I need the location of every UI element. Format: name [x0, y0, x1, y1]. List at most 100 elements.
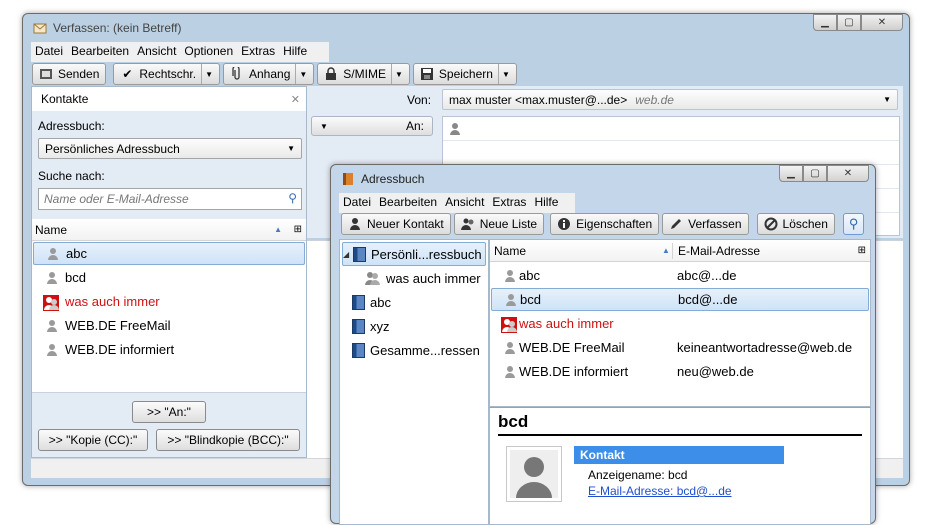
results-row[interactable]: WEB.DE informiert neu@web.de [491, 360, 869, 383]
addressbook-icon [352, 294, 365, 310]
menu-ansicht[interactable]: Ansicht [441, 193, 488, 213]
delete-label: Löschen [782, 217, 828, 231]
chevron-down-icon[interactable]: ▼ [497, 64, 510, 84]
contact-list-item[interactable]: was auch immer [33, 290, 305, 313]
search-button[interactable]: ⚲ [842, 213, 865, 235]
results-row-name: abc [519, 268, 540, 283]
from-domain: web.de [635, 92, 674, 107]
results-row-email: keineantwortadresse@web.de [677, 340, 853, 355]
recipient-row[interactable] [443, 117, 899, 141]
menu-bearbeiten[interactable]: Bearbeiten [67, 42, 133, 62]
detail-email-link[interactable]: E-Mail-Adresse: bcd@...de [588, 484, 732, 498]
add-bcc-button[interactable]: >> "Blindkopie (BCC):" [156, 429, 300, 451]
contact-list-item-label: WEB.DE FreeMail [65, 318, 171, 333]
compose-window-icon [33, 21, 47, 35]
tree-item[interactable]: Gesamme...ressen [340, 338, 488, 362]
contact-list-item[interactable]: abc [33, 242, 305, 265]
maximize-button[interactable]: ▢ [837, 14, 861, 31]
new-list-button[interactable]: Neue Liste [453, 213, 545, 235]
menu-hilfe[interactable]: Hilfe [279, 42, 311, 62]
tree-item[interactable]: xyz [340, 314, 488, 338]
new-contact-label: Neuer Kontakt [367, 217, 444, 231]
add-to-button[interactable]: >> "An:" [132, 401, 206, 423]
delete-icon [764, 217, 778, 231]
chevron-down-icon[interactable]: ▼ [390, 64, 403, 84]
to-type-select[interactable]: ▼ An: [311, 116, 433, 136]
maximize-button[interactable]: ▢ [803, 165, 827, 182]
recipient-row-empty[interactable] [443, 141, 899, 165]
addressbook-select[interactable]: Persönliches Adressbuch ▼ [38, 138, 302, 159]
contact-list-item[interactable]: WEB.DE FreeMail [33, 314, 305, 337]
close-button[interactable]: ✕ [827, 165, 869, 182]
results-row[interactable]: bcd bcd@...de [491, 288, 869, 311]
addressbook-select-value: Persönliches Adressbuch [45, 141, 180, 156]
minimize-button[interactable]: ▁ [779, 165, 803, 182]
addressbook-title: Adressbuch [361, 172, 425, 186]
addressbook-window-controls: ▁ ▢ ✕ [779, 165, 869, 182]
tree-item[interactable]: abc [340, 290, 488, 314]
close-icon[interactable]: ✕ [291, 93, 300, 106]
new-contact-button[interactable]: Neuer Kontakt [341, 213, 451, 235]
properties-label: Eigenschaften [576, 217, 653, 231]
chevron-down-icon[interactable]: ▼ [201, 64, 213, 84]
send-button[interactable]: Senden [32, 63, 107, 85]
column-picker-icon[interactable]: ⊞ [294, 224, 302, 235]
contacts-search-input[interactable]: Name oder E-Mail-Adresse ⚲ [38, 188, 302, 210]
minimize-button[interactable]: ▁ [813, 14, 837, 31]
menu-extras[interactable]: Extras [488, 193, 530, 213]
close-button[interactable]: ✕ [861, 14, 903, 31]
spellcheck-label: Rechtschr. [139, 67, 197, 81]
menu-hilfe[interactable]: Hilfe [530, 193, 562, 213]
column-picker-icon[interactable]: ⊞ [858, 245, 866, 256]
contact-list-item-label: abc [66, 246, 87, 261]
from-value: max muster <max.muster@...de> [449, 92, 628, 107]
chevron-down-icon: ▼ [883, 95, 891, 104]
results-row-name: WEB.DE informiert [519, 364, 629, 379]
results-row[interactable]: WEB.DE FreeMail keineantwortadresse@web.d… [491, 336, 869, 359]
avatar [506, 446, 562, 502]
smime-label: S/MIME [343, 67, 386, 81]
person-icon [503, 365, 517, 379]
properties-button[interactable]: Eigenschaften [550, 213, 660, 235]
person-icon [46, 247, 60, 261]
menu-optionen[interactable]: Optionen [180, 42, 237, 62]
menu-ansicht[interactable]: Ansicht [133, 42, 180, 62]
from-select[interactable]: max muster <max.muster@...de> web.de ▼ [442, 89, 898, 110]
detail-section-header: Kontakt [574, 446, 784, 464]
search-placeholder: Name oder E-Mail-Adresse [44, 192, 189, 206]
smime-button[interactable]: S/MIME ▼ [317, 63, 410, 85]
results-row-email: neu@web.de [677, 364, 754, 379]
contact-list-item[interactable]: bcd [33, 266, 305, 289]
menu-datei[interactable]: Datei [339, 193, 375, 213]
results-row[interactable]: abc abc@...de [491, 264, 869, 287]
column-name[interactable]: Name [494, 244, 526, 258]
column-email[interactable]: E-Mail-Adresse [678, 244, 760, 258]
search-icon[interactable]: ⚲ [288, 191, 297, 205]
delete-button[interactable]: Löschen [756, 213, 835, 235]
menu-bearbeiten[interactable]: Bearbeiten [375, 193, 441, 213]
column-divider[interactable] [672, 243, 673, 259]
tree-item[interactable]: was auch immer [340, 266, 488, 290]
add-cc-button[interactable]: >> "Kopie (CC):" [38, 429, 148, 451]
compose-titlebar: Verfassen: (kein Betreff) [23, 14, 909, 42]
menu-extras[interactable]: Extras [237, 42, 279, 62]
results-row[interactable]: was auch immer [491, 312, 869, 335]
contacts-title: Kontakte [41, 92, 89, 106]
contact-list-item[interactable]: WEB.DE informiert [33, 338, 305, 361]
chevron-down-icon[interactable]: ▼ [295, 64, 307, 84]
new-list-label: Neue Liste [479, 217, 538, 231]
tree-item[interactable]: ◢ Persönli...ressbuch [342, 242, 486, 266]
spellcheck-button[interactable]: ✔ Rechtschr. ▼ [113, 63, 220, 85]
send-icon [39, 67, 53, 81]
compose-toolbar: Senden ✔ Rechtschr. ▼ Anhang ▼ S/MIME ▼ … [32, 63, 517, 85]
contacts-column-header[interactable]: Name ▲ ⊞ [32, 219, 306, 241]
tree-twisty-icon[interactable]: ◢ [343, 250, 353, 259]
contacts-header: Kontakte ✕ [32, 87, 306, 111]
info-icon [557, 217, 571, 231]
addressbook-window: Adressbuch ▁ ▢ ✕ Datei Bearbeiten Ansich… [330, 164, 876, 525]
group-icon [364, 271, 380, 285]
compose-button[interactable]: Verfassen [662, 213, 749, 235]
menu-datei[interactable]: Datei [31, 42, 67, 62]
attach-button[interactable]: Anhang ▼ [223, 63, 315, 85]
save-button[interactable]: Speichern ▼ [412, 63, 517, 85]
